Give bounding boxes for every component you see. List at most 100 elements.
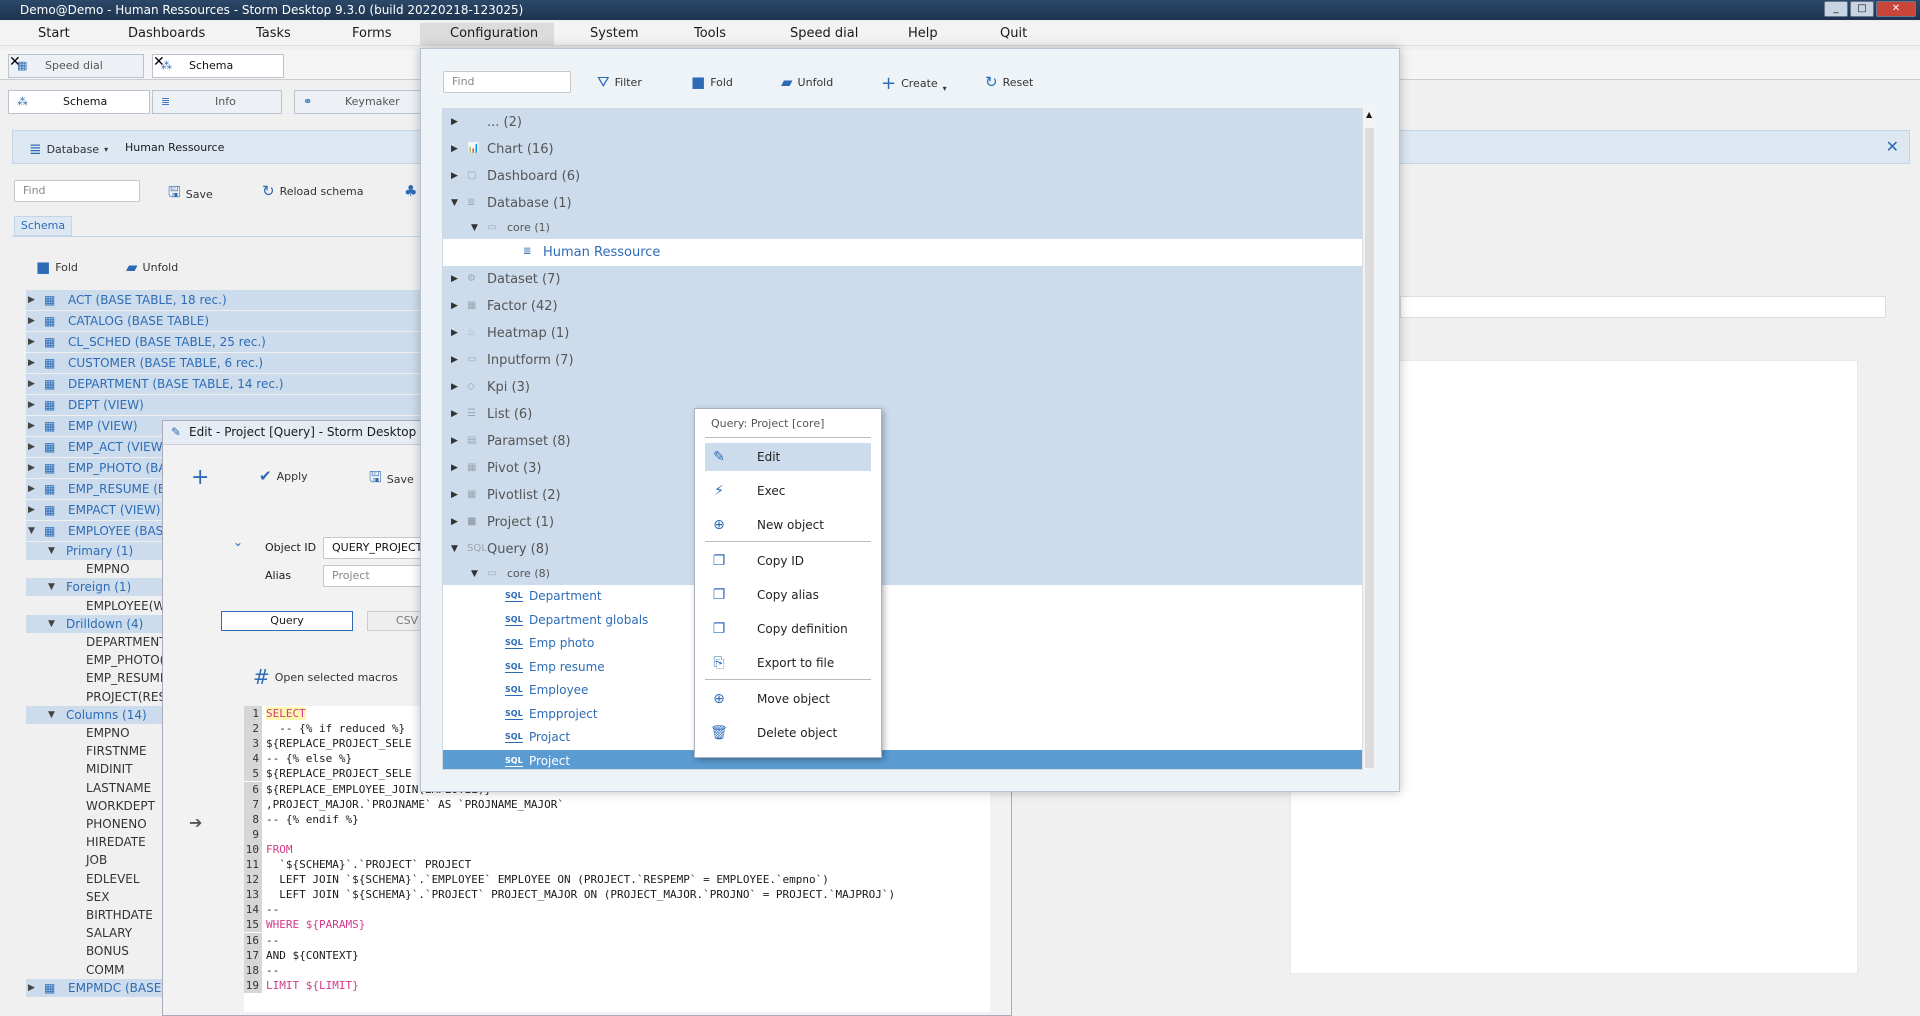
- config-tree-row[interactable]: ▶ ☰ List (6): [443, 401, 1363, 428]
- tab-speed-dial[interactable]: ▦ Speed dial ✕: [8, 54, 144, 78]
- chevron-right-icon[interactable]: ▶: [28, 458, 38, 478]
- minimize-button[interactable]: _: [1824, 1, 1848, 17]
- database-selector[interactable]: ≣ Database ▾: [29, 140, 108, 158]
- query-item[interactable]: SQL Department: [443, 585, 1363, 608]
- config-fold-button[interactable]: ■ Fold: [691, 73, 733, 91]
- schema-search-input[interactable]: Find: [14, 180, 140, 202]
- tree-icon[interactable]: ♣: [404, 182, 417, 200]
- chevron-down-icon[interactable]: ▼: [451, 190, 458, 217]
- menu-item-copy-id[interactable]: ❐ Copy ID: [705, 547, 871, 575]
- chevron-right-icon[interactable]: ▶: [28, 479, 38, 499]
- query-item[interactable]: SQL Employee: [443, 679, 1363, 702]
- menu-quit[interactable]: Quit: [1000, 26, 1027, 41]
- chevron-right-icon[interactable]: ▶: [28, 437, 38, 457]
- config-tree-row[interactable]: ▼ ≣ Database (1): [443, 190, 1363, 217]
- open-macros-button[interactable]: # Open selected macros: [253, 665, 398, 689]
- chevron-right-icon[interactable]: ▶: [451, 163, 458, 190]
- query-item[interactable]: SQL Empproject: [443, 703, 1363, 726]
- config-tree-row[interactable]: ▶ ▢ Dashboard (6): [443, 163, 1363, 190]
- unfold-button[interactable]: ▰ Unfold: [126, 258, 178, 276]
- reset-button[interactable]: ↻ Reset: [985, 73, 1033, 91]
- right-input[interactable]: [1400, 296, 1886, 318]
- query-item[interactable]: SQL Department globals: [443, 609, 1363, 632]
- reload-schema-button[interactable]: ↻ Reload schema: [262, 182, 363, 200]
- subtab-schema[interactable]: ⁂ Schema: [8, 90, 150, 114]
- chevron-right-icon[interactable]: ▶: [451, 509, 458, 536]
- chevron-right-icon[interactable]: ▶: [28, 290, 38, 310]
- menu-item-delete-object[interactable]: 🗑 Delete object: [705, 719, 871, 747]
- close-icon[interactable]: ✕: [1886, 137, 1899, 156]
- menu-dashboards[interactable]: Dashboards: [128, 26, 205, 41]
- schema-tab[interactable]: Schema: [14, 216, 72, 236]
- menu-start[interactable]: Start: [38, 26, 70, 41]
- chevron-right-icon[interactable]: ▶: [28, 395, 38, 415]
- menu-item-edit[interactable]: ✎ Edit: [705, 443, 871, 471]
- menu-tasks[interactable]: Tasks: [256, 26, 291, 41]
- config-tree-row[interactable]: ▶ ▤ Paramset (8): [443, 428, 1363, 455]
- chevron-right-icon[interactable]: ▶: [451, 374, 458, 401]
- chevron-down-icon[interactable]: ▼: [451, 536, 458, 563]
- add-button[interactable]: +: [191, 465, 209, 490]
- menu-system[interactable]: System: [590, 26, 638, 41]
- fold-button[interactable]: ■ Fold: [36, 258, 78, 276]
- chevron-right-icon[interactable]: ▶: [28, 332, 38, 352]
- chevron-down-icon[interactable]: ▼: [48, 542, 58, 560]
- chevron-down-icon[interactable]: ▼: [48, 706, 58, 724]
- chevron-right-icon[interactable]: ▶: [451, 136, 458, 163]
- query-item[interactable]: SQL Projact: [443, 726, 1363, 749]
- chevron-right-icon[interactable]: ▶: [451, 109, 458, 136]
- config-tree-row[interactable]: ▶ ... (2): [443, 109, 1363, 136]
- config-tree-row[interactable]: ▶ ▦ Pivotlist (2): [443, 482, 1363, 509]
- config-tree-row[interactable]: ▶ ▭ Inputform (7): [443, 347, 1363, 374]
- schema-table-row[interactable]: ▶ ▦ DEPARTMENT (BASE TABLE, 14 rec.): [26, 374, 426, 394]
- config-tree-row[interactable]: ≣ Human Ressource: [443, 239, 1363, 266]
- save-button[interactable]: 🖫 Save: [168, 182, 213, 207]
- menu-item-copy-definition[interactable]: ❐ Copy definition: [705, 615, 871, 643]
- menu-item-exec[interactable]: ⚡ Exec: [705, 477, 871, 505]
- config-tree-row[interactable]: ▼ ▭ core (1): [443, 217, 1363, 239]
- chevron-down-icon[interactable]: ▼: [471, 563, 478, 585]
- menu-tools[interactable]: Tools: [694, 26, 726, 41]
- config-tree-row[interactable]: ▶ ♨ Heatmap (1): [443, 320, 1363, 347]
- menu-help[interactable]: Help: [908, 26, 938, 41]
- config-tree-row[interactable]: ▶ ⚙ Dataset (7): [443, 266, 1363, 293]
- chevron-right-icon[interactable]: ▶: [451, 320, 458, 347]
- chevron-down-icon[interactable]: ▼: [28, 521, 38, 541]
- menu-forms[interactable]: Forms: [352, 26, 392, 41]
- scrollbar[interactable]: ▲▼: [1362, 108, 1376, 770]
- maximize-button[interactable]: □: [1850, 1, 1874, 17]
- chevron-right-icon[interactable]: ▶: [451, 428, 458, 455]
- chevron-right-icon[interactable]: ▶: [28, 979, 38, 997]
- menu-item-copy-alias[interactable]: ❐ Copy alias: [705, 581, 871, 609]
- config-tree-row[interactable]: ▶ ▦ Factor (42): [443, 293, 1363, 320]
- chevron-right-icon[interactable]: ▶: [451, 401, 458, 428]
- config-search-input[interactable]: Find: [443, 71, 571, 93]
- subtab-keymaker[interactable]: ⚭ Keymaker: [294, 90, 422, 114]
- menu-item-new-object[interactable]: ⊕ New object: [705, 511, 871, 539]
- chevron-right-icon[interactable]: ▶: [28, 416, 38, 436]
- apply-button[interactable]: ✔ Apply: [259, 467, 308, 485]
- edit-save-button[interactable]: 🖫 Save: [369, 467, 414, 492]
- schema-table-row[interactable]: ▶ ▦ CUSTOMER (BASE TABLE, 6 rec.): [26, 353, 426, 373]
- filter-button[interactable]: ⛛ Filter: [597, 73, 642, 91]
- chevron-right-icon[interactable]: ▶: [28, 353, 38, 373]
- menu-speed-dial[interactable]: Speed dial: [790, 26, 858, 41]
- chevron-down-icon[interactable]: ▼: [48, 578, 58, 596]
- schema-table-row[interactable]: ▶ ▦ CATALOG (BASE TABLE): [26, 311, 426, 331]
- tab-query[interactable]: Query: [221, 611, 353, 631]
- collapse-icon[interactable]: ⌄: [233, 535, 243, 549]
- subtab-info[interactable]: ≣ Info: [152, 90, 282, 114]
- chevron-right-icon[interactable]: ▶: [451, 293, 458, 320]
- chevron-right-icon[interactable]: ▶: [28, 500, 38, 520]
- config-tree-row[interactable]: ▶ ■ Project (1): [443, 509, 1363, 536]
- chevron-right-icon[interactable]: ▶: [451, 347, 458, 374]
- schema-table-row[interactable]: ▶ ▦ DEPT (VIEW): [26, 395, 426, 415]
- schema-table-row[interactable]: ▶ ▦ ACT (BASE TABLE, 18 rec.): [26, 290, 426, 310]
- chevron-right-icon[interactable]: ▶: [451, 266, 458, 293]
- config-tree-row[interactable]: ▼ SQL Query (8): [443, 536, 1363, 563]
- config-unfold-button[interactable]: ▰ Unfold: [781, 73, 833, 91]
- config-tree-row[interactable]: ▼ ▭ core (8): [443, 563, 1363, 585]
- schema-table-row[interactable]: ▶ ▦ CL_SCHED (BASE TABLE, 25 rec.): [26, 332, 426, 352]
- close-window-button[interactable]: ✕: [1876, 1, 1916, 17]
- chevron-down-icon[interactable]: ▼: [471, 217, 478, 239]
